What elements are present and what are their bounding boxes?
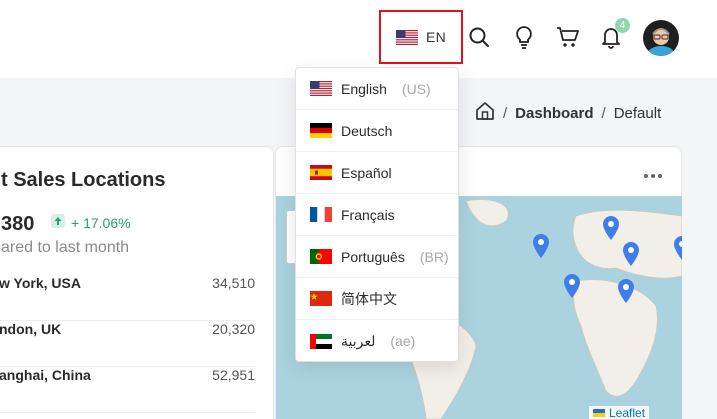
location-value: 34,510 xyxy=(212,275,255,291)
cn-flag-icon xyxy=(310,291,332,306)
arrow-up-icon xyxy=(51,214,65,228)
location-value: 20,320 xyxy=(212,321,255,337)
avatar[interactable] xyxy=(643,20,679,56)
map-pin-icon xyxy=(533,234,549,258)
list-item: ndon, UK 20,320 xyxy=(0,321,255,367)
us-flag-icon xyxy=(310,81,332,96)
location-name: ndon, UK xyxy=(0,321,62,337)
es-flag-icon xyxy=(310,165,332,180)
map-pin-icon xyxy=(623,242,639,266)
us-flag-icon xyxy=(395,29,418,45)
breadcrumb-separator: / xyxy=(601,104,606,122)
language-dropdown: English (US) Deutsch Español Français Por… xyxy=(295,67,459,362)
language-option-francais[interactable]: Français xyxy=(296,194,458,236)
location-name: w York, USA xyxy=(0,275,81,291)
map-pin-icon xyxy=(618,279,634,303)
location-value: 52,951 xyxy=(212,367,255,383)
language-option-portugues[interactable]: Português (BR) xyxy=(296,236,458,278)
comparison-text: ared to last month xyxy=(1,239,130,256)
language-option-english[interactable]: English (US) xyxy=(296,68,458,110)
lightbulb-icon[interactable] xyxy=(511,24,537,50)
location-name: anghai, China xyxy=(0,367,91,383)
language-option-deutsch[interactable]: Deutsch xyxy=(296,110,458,152)
breadcrumb-dashboard[interactable]: Dashboard xyxy=(515,105,593,122)
search-icon[interactable] xyxy=(466,24,492,50)
ukraine-flag-icon xyxy=(593,406,605,419)
ae-flag-icon xyxy=(310,333,332,349)
language-option-espanol[interactable]: Español xyxy=(296,152,458,194)
kpi-value: 380 xyxy=(1,213,35,235)
language-option-arabic[interactable]: لعربية (ae) xyxy=(296,320,458,362)
map-pin-icon xyxy=(674,236,682,260)
breadcrumb-default: Default xyxy=(613,104,662,122)
language-option-chinese[interactable]: 简体中文 xyxy=(296,278,458,320)
change-percent: + 17.06% xyxy=(71,215,131,231)
home-icon[interactable] xyxy=(475,101,495,125)
cart-icon[interactable] xyxy=(555,24,581,50)
language-button[interactable]: EN xyxy=(379,10,463,64)
language-code: EN xyxy=(425,29,447,45)
breadcrumb-separator: / xyxy=(503,104,508,122)
map-pin-icon xyxy=(564,274,580,298)
map-attribution[interactable]: Leaflet xyxy=(589,406,650,419)
more-options-button[interactable] xyxy=(642,168,664,184)
notification-badge: 4 xyxy=(615,18,630,33)
de-flag-icon xyxy=(310,123,332,138)
card-title: t Sales Locations xyxy=(1,169,166,191)
breadcrumb: / Dashboard / Default xyxy=(475,101,661,125)
list-item: anghai, China 52,951 xyxy=(0,367,255,413)
sales-locations-card: t Sales Locations 380 + 17.06% ared to l… xyxy=(0,146,274,419)
list-item: w York, USA 34,510 xyxy=(0,275,255,321)
fr-flag-icon xyxy=(310,207,332,222)
pt-flag-icon xyxy=(310,249,332,264)
map-pin-icon xyxy=(603,216,619,240)
